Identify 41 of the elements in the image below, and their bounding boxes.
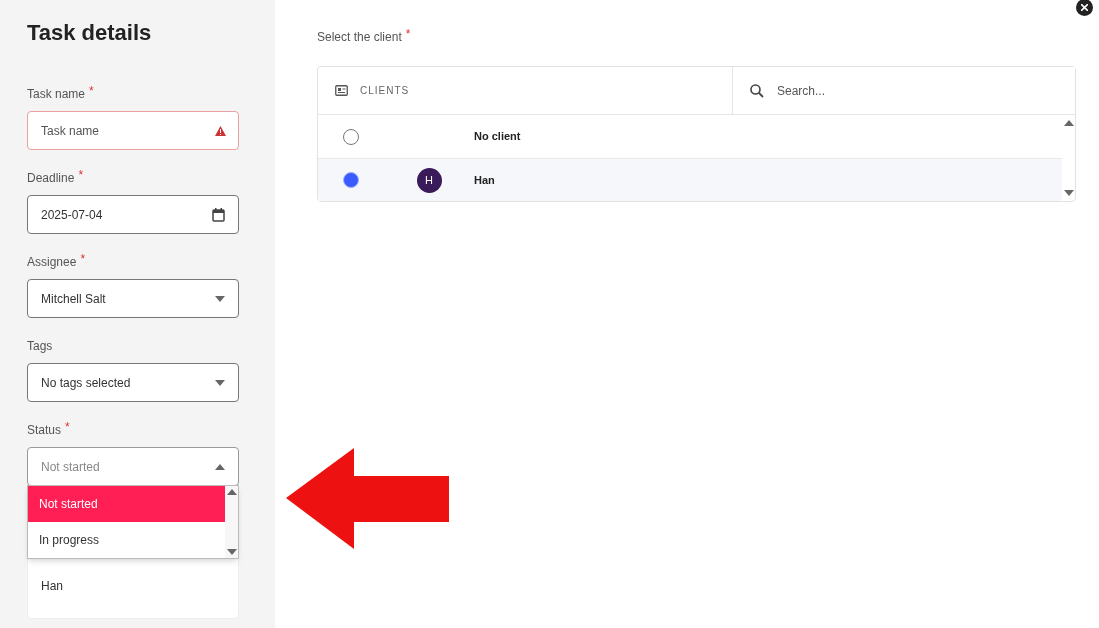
required-asterisk: *: [65, 421, 70, 433]
field-label: Task name: [27, 86, 86, 103]
field-label: Select the client: [317, 29, 402, 46]
id-card-icon: [335, 85, 348, 96]
field-label: Tags: [27, 338, 53, 355]
column-header: CLIENTS: [360, 84, 410, 98]
close-icon: [1081, 4, 1088, 11]
client-name: Han: [474, 172, 495, 188]
scrollbar[interactable]: [225, 486, 238, 558]
panel-title: Task details: [27, 19, 152, 47]
radio-button[interactable]: [343, 128, 359, 145]
caret-icon: [1063, 190, 1074, 196]
avatar: H: [416, 167, 442, 193]
caret-icon: [226, 489, 237, 495]
field-label: Assignee: [27, 254, 77, 271]
radio-button[interactable]: [343, 172, 359, 188]
dropdown-option[interactable]: Not started: [28, 486, 225, 522]
warning-icon: [215, 126, 226, 136]
required-asterisk: *: [405, 28, 411, 40]
client-row[interactable]: H Han: [318, 158, 1062, 201]
text-input-field[interactable]: Task name: [27, 111, 239, 150]
caret-icon: [215, 463, 225, 470]
field-label: Deadline: [27, 170, 75, 187]
close-button[interactable]: [1076, 0, 1093, 16]
select-field[interactable]: Mitchell Salt: [27, 279, 239, 318]
calendar-icon: [212, 207, 225, 222]
select-field[interactable]: Not started: [27, 447, 239, 486]
caret-icon: [215, 295, 225, 302]
caret-icon: [1063, 120, 1074, 126]
required-asterisk: *: [78, 169, 84, 181]
field-label: Status: [27, 422, 62, 439]
select-field[interactable]: No tags selected: [27, 363, 239, 402]
dropdown-option[interactable]: In progress: [28, 522, 225, 558]
required-asterisk: *: [80, 253, 86, 265]
date-input-field[interactable]: 2025-07-04: [27, 195, 239, 234]
caret-icon: [215, 379, 225, 386]
search-icon: [750, 84, 764, 98]
caret-icon: [226, 549, 237, 555]
client-name: No client: [474, 129, 521, 145]
required-asterisk: *: [89, 85, 94, 97]
client-value: Han: [41, 579, 63, 593]
